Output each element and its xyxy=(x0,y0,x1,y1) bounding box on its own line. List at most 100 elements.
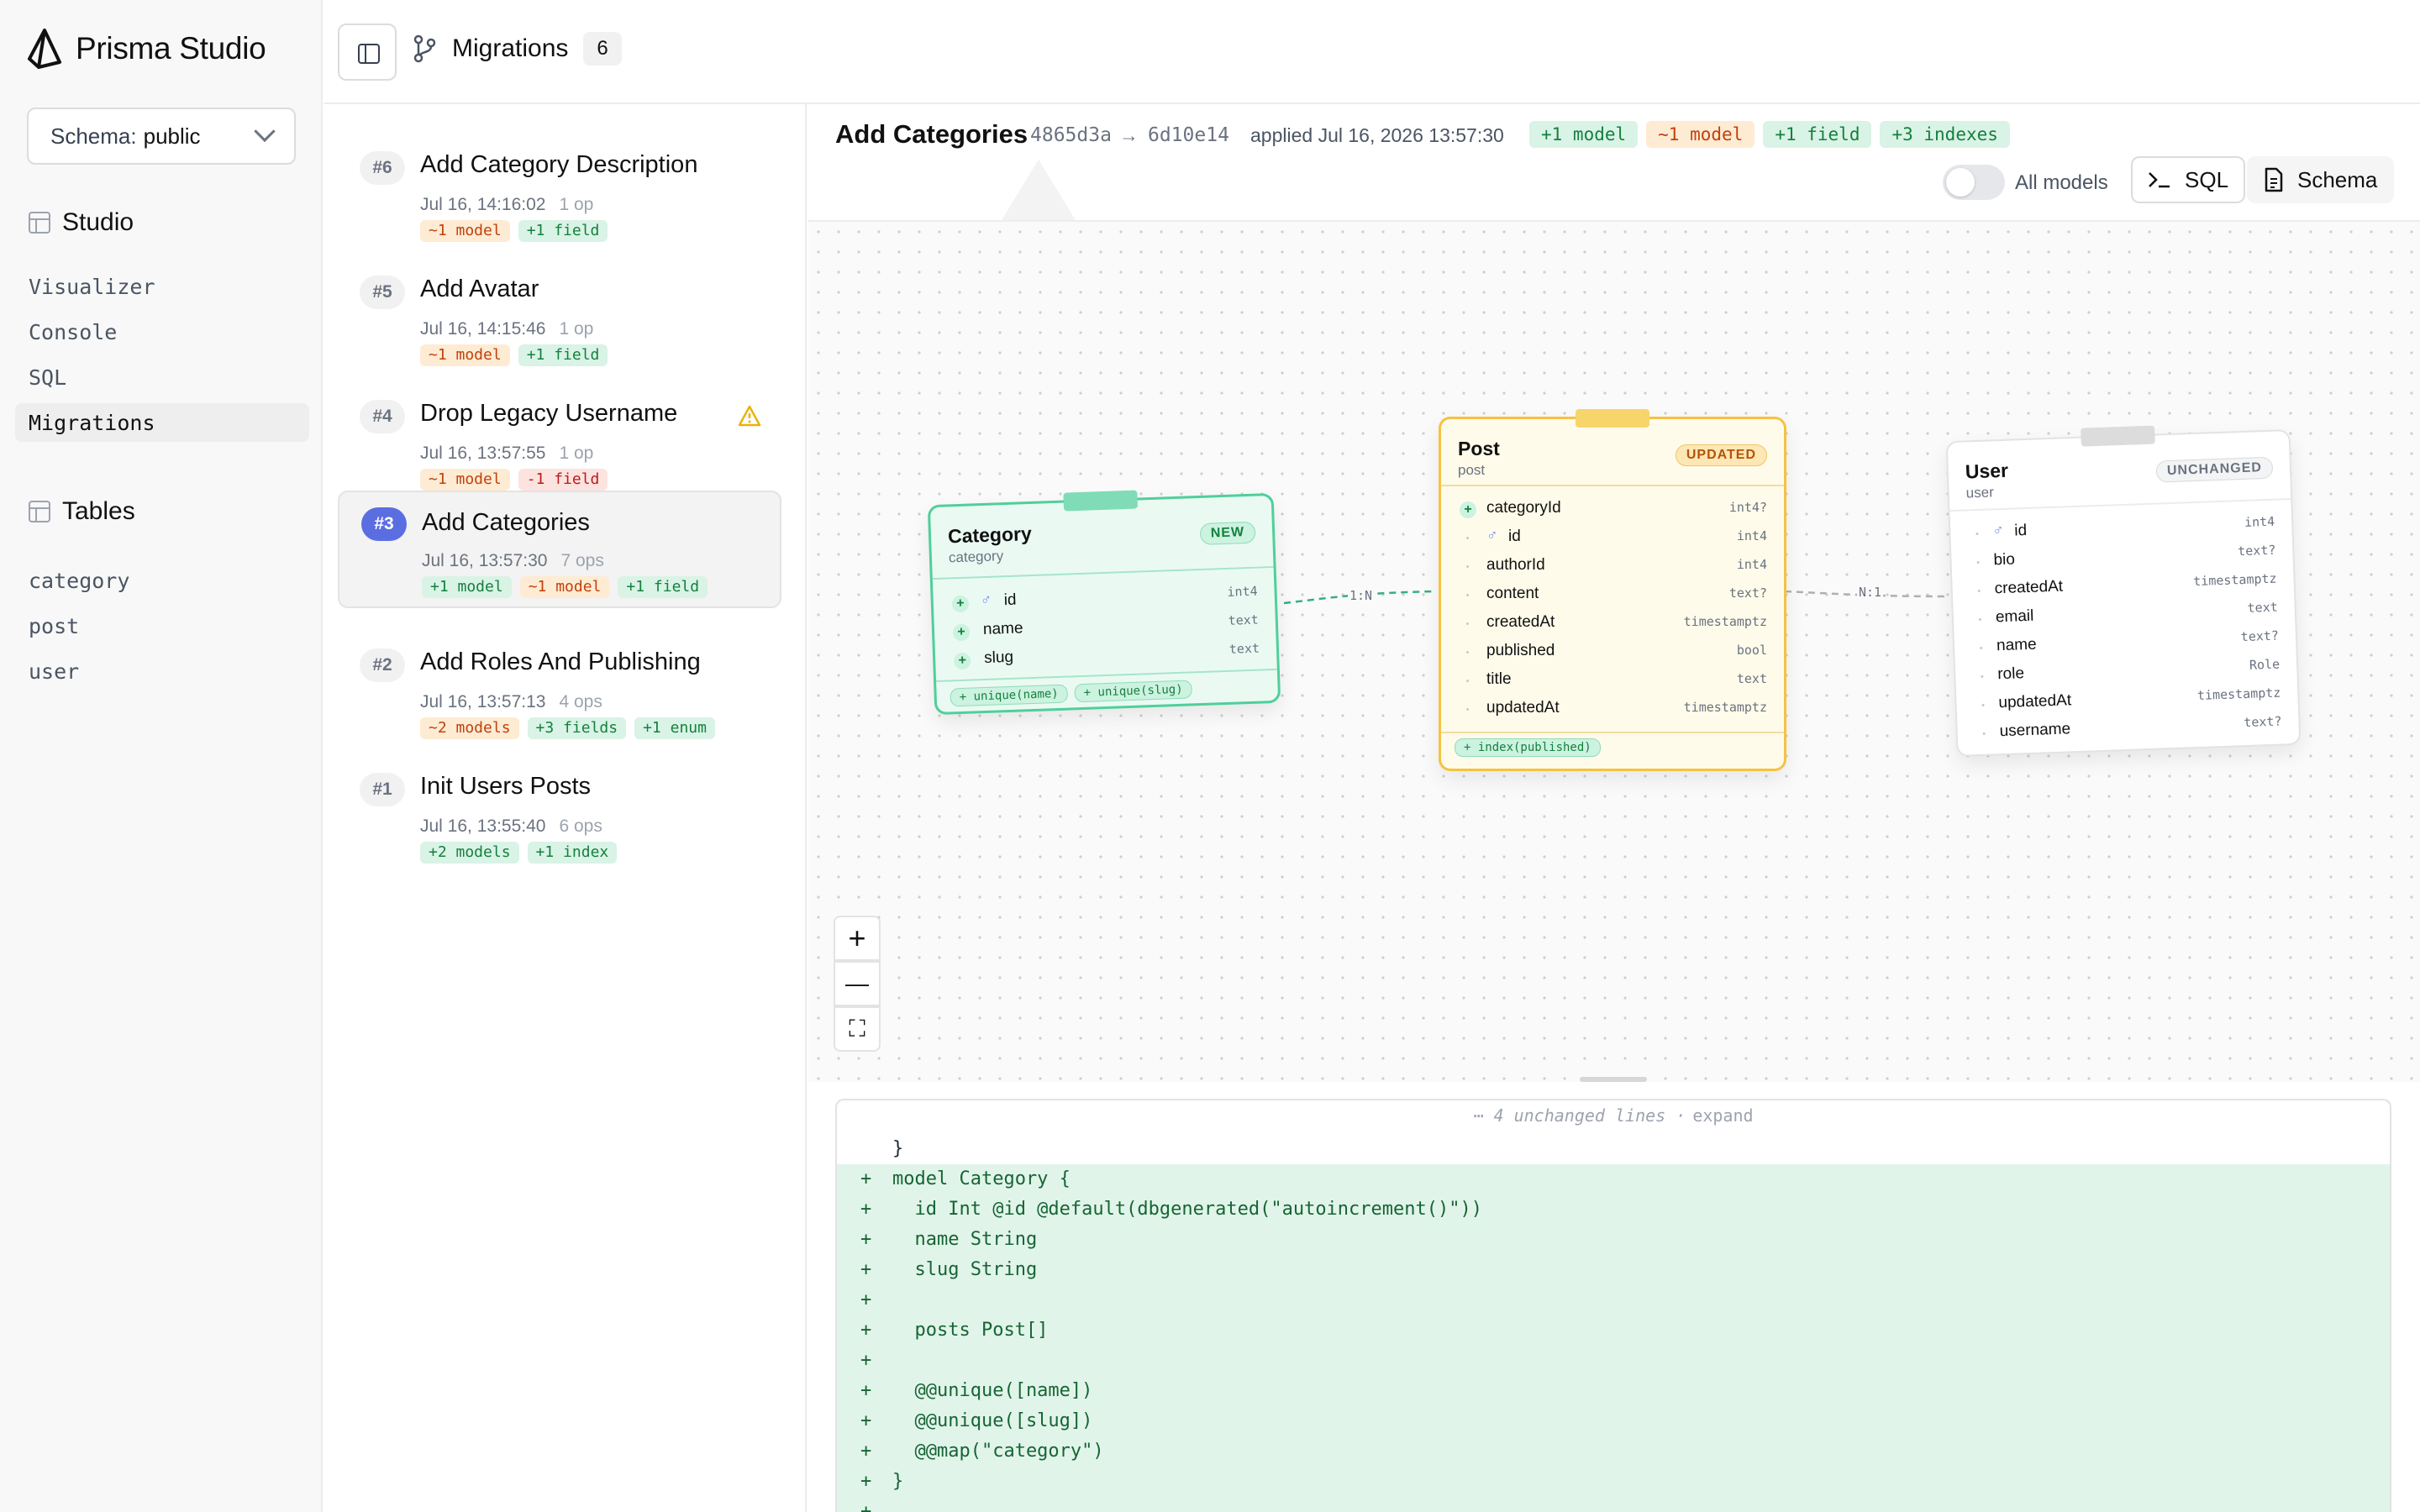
plus-icon: + xyxy=(1460,501,1476,518)
field-name: title xyxy=(1486,670,1512,688)
sidebar-item-post[interactable]: post xyxy=(15,606,309,645)
model-card-user[interactable]: User user UNCHANGED ♂ id int4 bio text? … xyxy=(1945,425,2302,758)
diff-sign: + xyxy=(860,1199,872,1220)
row-dot xyxy=(1981,675,1984,678)
toggle-sidebar-button[interactable] xyxy=(338,24,397,81)
migration-item[interactable]: #2 Add Roles And Publishing Jul 16, 13:5… xyxy=(338,623,781,739)
sql-button-label: SQL xyxy=(2185,166,2229,192)
change-tag: ~1 model xyxy=(420,344,510,366)
field-type: text xyxy=(1228,640,1260,657)
migration-title: Add Category Description xyxy=(420,151,698,178)
field-name: authorId xyxy=(1486,556,1545,574)
change-tag: +3 indexes xyxy=(1880,121,2010,148)
sql-button[interactable]: SQL xyxy=(2131,156,2246,203)
index-tag: + index(published) xyxy=(1455,738,1601,757)
plus-icon: + xyxy=(952,623,971,642)
field-type: int4 xyxy=(1736,528,1767,543)
sidebar-item-visualizer[interactable]: Visualizer xyxy=(15,267,309,306)
field-type: text xyxy=(1736,671,1767,686)
change-tag: ~1 model xyxy=(1646,121,1755,148)
brand-name: Prisma Studio xyxy=(76,31,266,66)
migration-item[interactable]: #1 Init Users Posts Jul 16, 13:55:40 6 op… xyxy=(338,748,781,864)
diff-sign: + xyxy=(860,1320,872,1341)
migration-item[interactable]: #5 Add Avatar Jul 16, 14:15:46 1 op ~1 mo… xyxy=(338,250,781,366)
field-name: name xyxy=(982,619,1023,639)
model-card-header: User user xyxy=(1965,459,2009,502)
row-dot xyxy=(1980,646,1983,650)
model-card-post[interactable]: Post post UPDATED + categoryId int4? ♂ i… xyxy=(1439,409,1786,771)
field-type: int4? xyxy=(1728,500,1767,515)
fit-view-button[interactable]: ⛶ xyxy=(834,1006,881,1052)
expand-link[interactable]: expand xyxy=(1692,1105,1753,1126)
page-title-label: Migrations xyxy=(452,34,569,62)
git-branch-icon xyxy=(413,34,436,63)
schema-canvas[interactable]: 1:N N:1 Category category NEW + ♂ id int… xyxy=(808,220,2420,1082)
divider xyxy=(1441,732,1784,733)
schema-button[interactable]: Schema xyxy=(2247,156,2395,203)
field-name: id xyxy=(1508,528,1521,545)
table-name: category xyxy=(948,548,1004,566)
index-tag: + unique(name) xyxy=(950,684,1069,707)
field-row: createdAt timestamptz xyxy=(1441,609,1784,638)
sidebar-item-category[interactable]: category xyxy=(15,561,309,600)
field-type: text? xyxy=(2237,542,2276,559)
field-type: timestamptz xyxy=(2192,570,2277,590)
key-icon: ♂ xyxy=(1991,521,2005,539)
arrow-right-icon: → xyxy=(1119,124,1139,146)
drag-handle[interactable] xyxy=(1576,409,1649,428)
field-name: categoryId xyxy=(1486,499,1561,517)
model-card-category[interactable]: Category category NEW + ♂ id int4 + name… xyxy=(927,490,1281,716)
all-models-toggle[interactable] xyxy=(1943,165,2005,200)
chevron-down-icon xyxy=(254,120,276,143)
row-dot xyxy=(1466,537,1469,539)
brand[interactable]: Prisma Studio xyxy=(27,27,266,71)
migration-title: Add Avatar xyxy=(420,276,539,302)
schema-diff: ⋯ 4 unchanged lines · expand } + model Cat… xyxy=(835,1099,2391,1512)
key-icon: ♂ xyxy=(1486,527,1498,543)
status-badge: UNCHANGED xyxy=(2155,456,2274,483)
edge-label-category-post: 1:N xyxy=(1348,588,1375,603)
field-name: name xyxy=(1996,635,2037,655)
field-name: content xyxy=(1486,585,1539,602)
migration-ops: 4 ops xyxy=(559,692,602,711)
change-tag: +2 models xyxy=(420,842,519,864)
sidebar-item-migrations[interactable]: Migrations xyxy=(15,403,309,442)
field-row: authorId int4 xyxy=(1441,552,1784,580)
row-dot xyxy=(1466,565,1469,568)
migration-time: Jul 16, 14:15:46 xyxy=(420,319,546,339)
resize-handle[interactable] xyxy=(1580,1077,1647,1082)
migration-item[interactable]: #4 Drop Legacy Username Jul 16, 13:57:55… xyxy=(338,375,781,491)
field-type: text? xyxy=(1728,585,1767,601)
sidebar-item-console[interactable]: Console xyxy=(15,312,309,351)
migration-tags: ~1 model -1 field xyxy=(420,469,608,491)
detail-change-tags: +1 model ~1 model +1 field +3 indexes xyxy=(1529,121,2010,148)
migration-time: Jul 16, 13:57:30 xyxy=(422,551,548,570)
migration-item-selected[interactable]: #3 Add Categories Jul 16, 13:57:30 7 ops … xyxy=(338,491,781,608)
sidebar-item-sql[interactable]: SQL xyxy=(15,358,309,396)
migration-tags: ~2 models +3 fields +1 enum xyxy=(420,717,715,739)
drag-handle[interactable] xyxy=(1063,490,1139,512)
model-name: User xyxy=(1965,459,2009,483)
collapsed-lines[interactable]: ⋯ 4 unchanged lines · expand xyxy=(837,1105,2390,1134)
row-dot xyxy=(1981,703,1985,706)
table-name: post xyxy=(1458,462,1486,478)
index-tags: + index(published) xyxy=(1455,738,1601,757)
zoom-out-button[interactable]: — xyxy=(834,961,881,1006)
sidebar: Prisma Studio Schema: public Studio Visu… xyxy=(0,0,323,1512)
field-row: ♂ id int4 xyxy=(1441,523,1784,552)
zoom-in-button[interactable]: + xyxy=(834,916,881,961)
migration-time: Jul 16, 13:55:40 xyxy=(420,816,546,836)
migration-item[interactable]: #6 Add Category Description Jul 16, 14:1… xyxy=(338,126,781,242)
field-type: text? xyxy=(2243,713,2282,731)
row-dot xyxy=(1466,594,1469,596)
migration-number: #6 xyxy=(360,151,405,185)
change-tag: +1 enum xyxy=(634,717,715,739)
field-name: createdAt xyxy=(1486,613,1555,631)
migration-tags: ~1 model +1 field xyxy=(420,220,608,242)
sidebar-item-user[interactable]: user xyxy=(15,652,309,690)
diff-code: } xyxy=(892,1471,904,1492)
schema-select[interactable]: Schema: public xyxy=(27,108,296,165)
field-type: int4 xyxy=(2244,513,2275,530)
field-row: updatedAt timestamptz xyxy=(1441,695,1784,723)
drag-handle[interactable] xyxy=(2081,425,2155,447)
